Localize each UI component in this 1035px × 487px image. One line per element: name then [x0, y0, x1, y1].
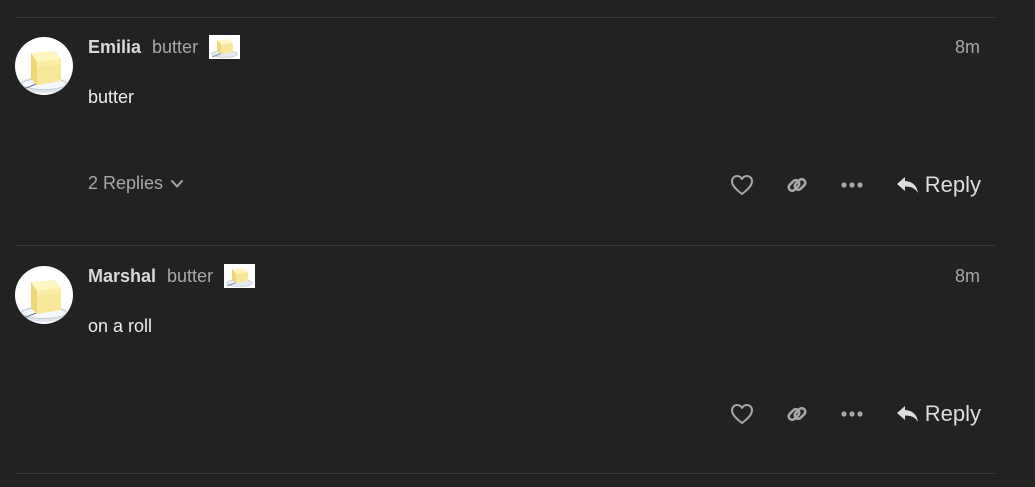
reply-label: Reply [924, 172, 981, 197]
post-body: on a roll [88, 316, 153, 336]
user-avatar[interactable] [15, 266, 73, 324]
more-actions-button[interactable] [836, 398, 868, 430]
ellipsis-icon [841, 182, 863, 188]
post-actions: Reply [703, 169, 981, 201]
user-avatar[interactable] [15, 37, 73, 95]
link-icon [787, 177, 807, 193]
username[interactable]: Marshal [88, 266, 156, 287]
post-author-line: Emilia butter [88, 35, 241, 59]
user-title: butter [152, 36, 199, 57]
post-author-line: Marshal butter [88, 264, 256, 288]
post-emilia: Emilia butter 8m butter 2 Replies Reply [0, 17, 1035, 245]
post-stream: Emilia butter 8m butter 2 Replies Reply … [0, 0, 1035, 487]
replies-count-label: 2 Replies [88, 173, 164, 193]
user-flair-image [224, 264, 256, 288]
chevron-down-icon [170, 173, 184, 194]
post-body: butter [88, 87, 135, 107]
more-actions-button[interactable] [836, 169, 868, 201]
post-actions: Reply [703, 398, 981, 430]
link-icon [787, 406, 807, 422]
copy-link-button[interactable] [781, 169, 813, 201]
post-date[interactable]: 8m [955, 37, 980, 58]
divider [15, 473, 995, 474]
heart-icon [730, 404, 753, 424]
ellipsis-icon [841, 411, 863, 417]
heart-icon [730, 175, 753, 195]
user-flair-image [209, 35, 241, 59]
copy-link-button[interactable] [781, 398, 813, 430]
username[interactable]: Emilia [88, 37, 141, 58]
like-button[interactable] [726, 398, 758, 430]
reply-arrow-icon [896, 177, 918, 193]
reply-arrow-icon [896, 406, 918, 422]
show-replies-button[interactable]: 2 Replies [88, 173, 184, 194]
post-marshal: Marshal butter 8m on a roll Reply [0, 246, 1035, 474]
reply-button[interactable]: Reply [896, 172, 981, 198]
reply-label: Reply [924, 401, 981, 426]
user-title: butter [167, 265, 214, 286]
post-date[interactable]: 8m [955, 266, 980, 287]
like-button[interactable] [726, 169, 758, 201]
reply-button[interactable]: Reply [896, 401, 981, 427]
